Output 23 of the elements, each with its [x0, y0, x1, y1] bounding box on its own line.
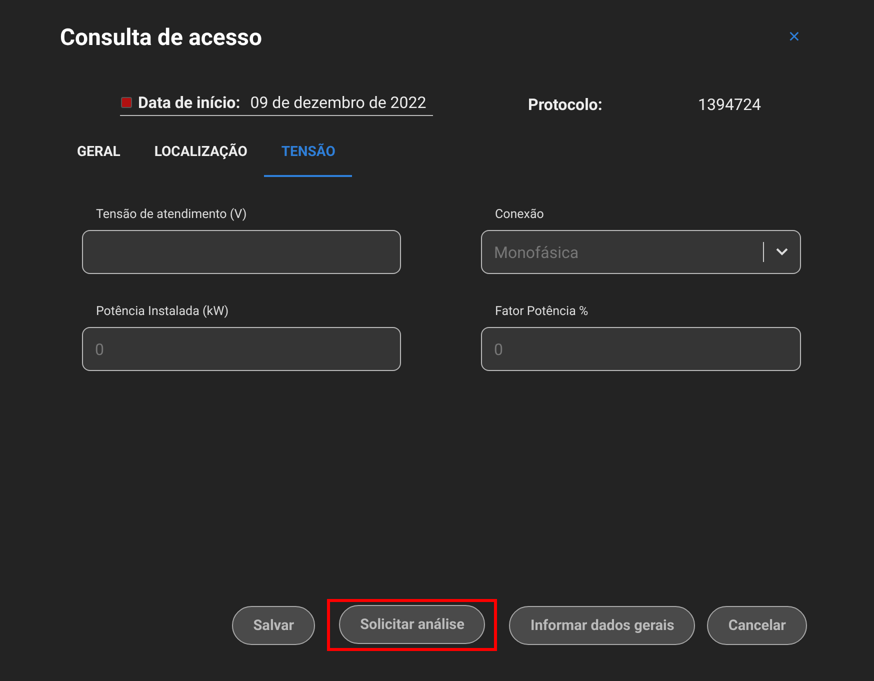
action-button[interactable]: Informar dados gerais — [509, 606, 696, 644]
field-label: Tensão de atendimento (V) — [95, 207, 248, 222]
dialog-title: Consulta de acesso — [60, 24, 262, 51]
protocol-label: Protocolo: — [528, 95, 604, 114]
start-date-value: 09 de dezembro de 2022 — [250, 93, 426, 112]
tab[interactable]: LOCALIZAÇÃO — [137, 130, 264, 177]
action-button[interactable]: Cancelar — [707, 606, 807, 644]
input-field[interactable]: 0 — [481, 327, 801, 371]
field-label: Conexão — [494, 207, 545, 222]
protocol-value: 1394724 — [698, 95, 761, 114]
input-field[interactable] — [82, 230, 401, 274]
chevron-down-icon — [776, 248, 788, 256]
action-button[interactable]: Salvar — [232, 606, 316, 644]
start-date-label: Data de início: — [138, 93, 240, 112]
close-button[interactable]: × — [784, 26, 804, 49]
select-field[interactable]: Monofásica — [481, 230, 801, 274]
field-label: Fator Potência % — [494, 304, 590, 319]
input-field[interactable]: 0 — [82, 327, 401, 371]
status-icon — [121, 97, 132, 108]
field-label: Potência Instalada (kW) — [95, 304, 230, 319]
tab[interactable]: TENSÃO — [264, 130, 352, 177]
tab[interactable]: GERAL — [60, 130, 138, 177]
action-button[interactable]: Solicitar análise — [339, 605, 486, 644]
